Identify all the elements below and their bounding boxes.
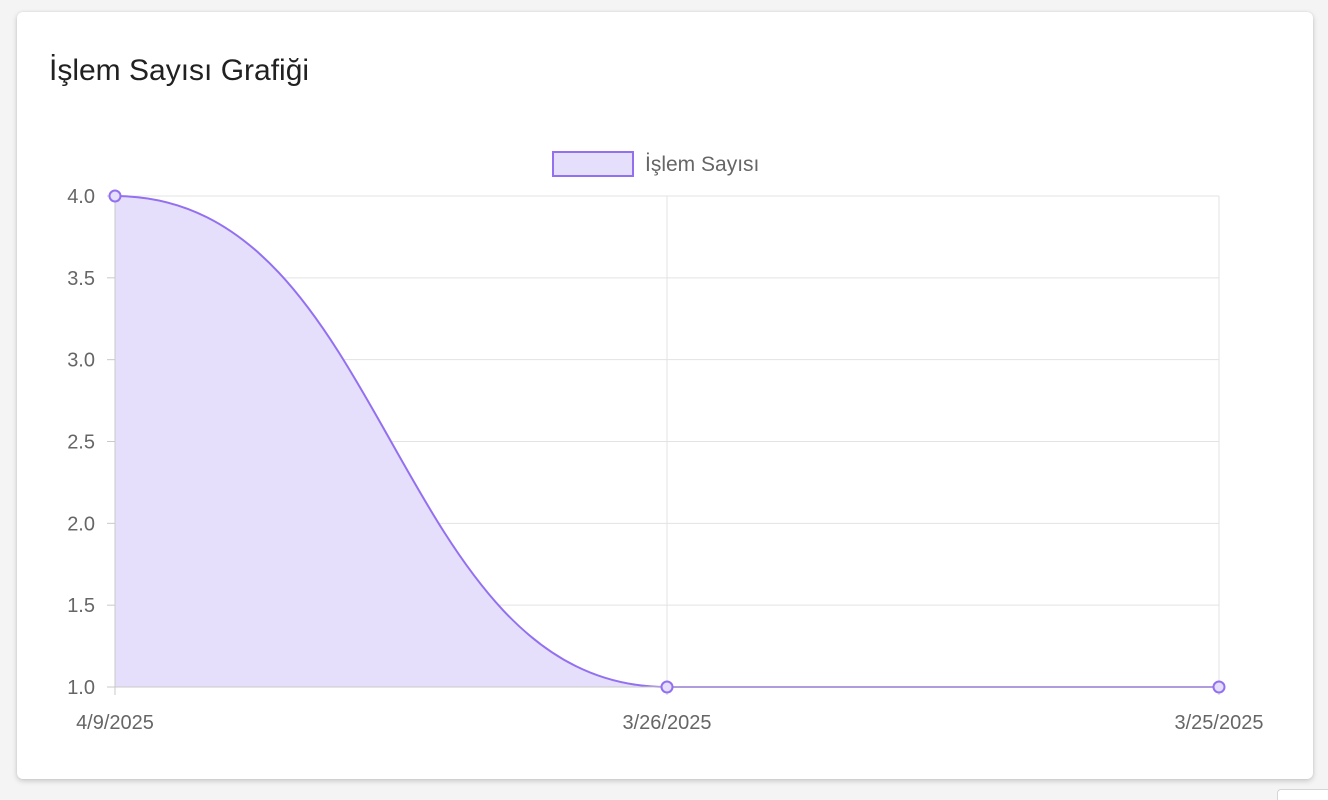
- y-tick-label: 1.5: [67, 595, 95, 617]
- corner-widget: [1277, 789, 1328, 800]
- y-tick-label: 1.0: [67, 677, 95, 699]
- line-area-chart: 1.0 1.5 2.0 2.5 3.0 3.5 4.0 4/9/2025 3/26/2025 3/…: [67, 151, 1264, 734]
- y-tick-label: 2.0: [67, 513, 95, 535]
- x-tick-label: 3/25/2025: [1175, 712, 1264, 734]
- y-tick-label: 4.0: [67, 186, 95, 208]
- data-point[interactable]: [660, 680, 674, 694]
- data-point[interactable]: [108, 189, 122, 203]
- legend-label[interactable]: İşlem Sayısı: [645, 153, 759, 176]
- chart-area: 1.0 1.5 2.0 2.5 3.0 3.5 4.0 4/9/2025 3/26/2025 3/…: [17, 12, 1313, 779]
- data-point[interactable]: [1212, 680, 1226, 694]
- legend[interactable]: İşlem Sayısı: [552, 151, 759, 177]
- chart-card: İşlem Sayısı Grafiği 1.0 1.5 2.0 2.5 3.0 3.5 4…: [17, 12, 1313, 779]
- x-tick-label: 4/9/2025: [76, 712, 154, 734]
- y-tick-label: 3.0: [67, 350, 95, 372]
- y-tick-label: 3.5: [67, 268, 95, 290]
- x-tick-label: 3/26/2025: [623, 712, 712, 734]
- legend-swatch[interactable]: [552, 151, 634, 177]
- y-tick-label: 2.5: [67, 432, 95, 454]
